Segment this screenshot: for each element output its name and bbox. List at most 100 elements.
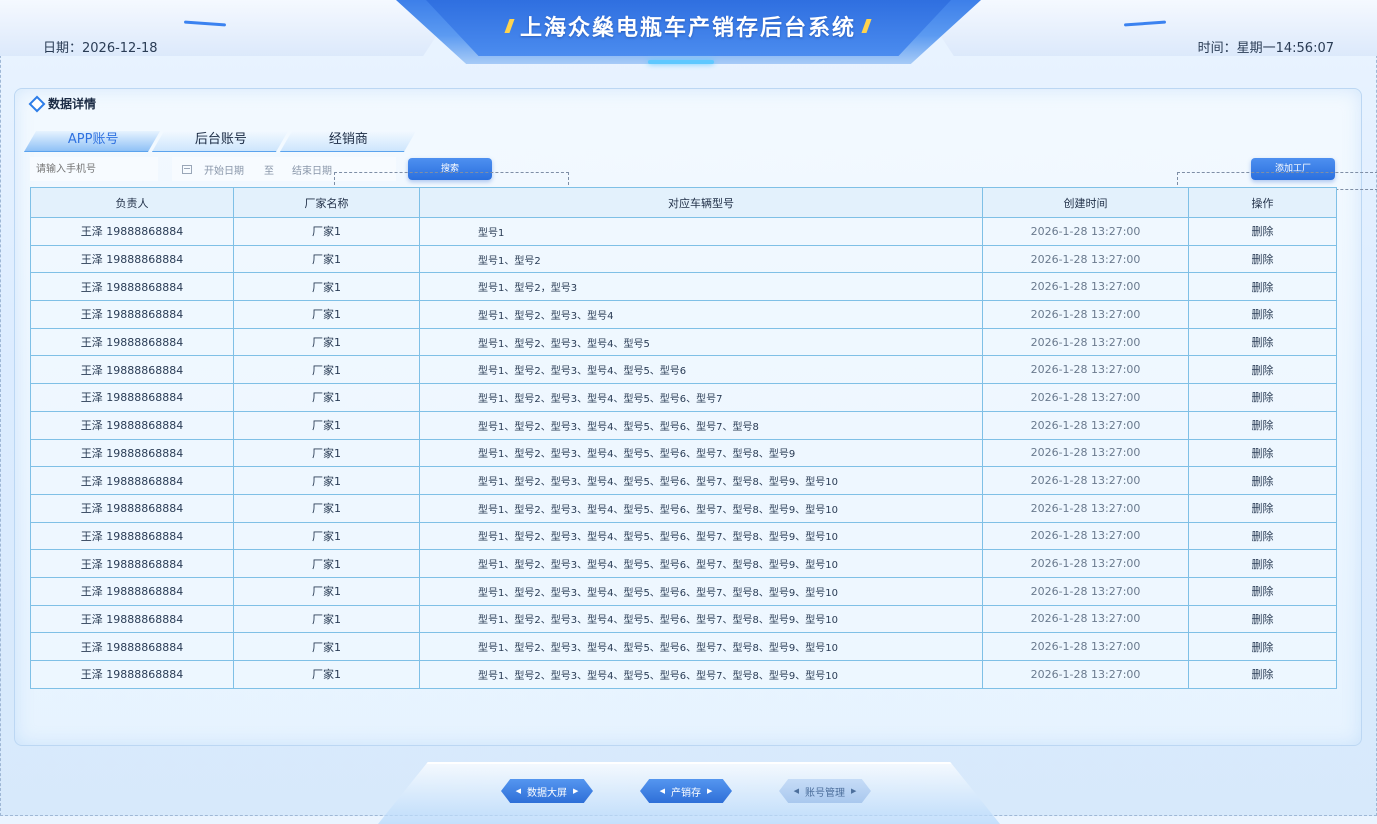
nav-label: 数据大屏 — [527, 787, 567, 799]
time-label: 时间：星期一14:56:07 — [1197, 41, 1334, 56]
start-date-field[interactable]: 开始日期 — [204, 162, 264, 177]
table-row: 王泽 19888868884 厂家1 型号1、型号2、型号3、型号4 2026-1-2… — [30, 300, 1337, 329]
table-row: 王泽 19888868884 厂家1 型号1、型号2 2026-1-28 13:27:… — [30, 244, 1337, 274]
table-row: 王泽 19888868884 厂家1 型号1、型号2、型号3、型号4、型号5、型号6… — [30, 355, 1337, 385]
created-time-cell: 2026-1-28 13:27:00 — [982, 466, 1189, 495]
delete-action[interactable]: 删除 — [1188, 632, 1337, 661]
title-glow-bar — [648, 60, 714, 64]
factory-cell: 厂家1 — [233, 327, 420, 357]
tab-backend-account[interactable]: 后台账号 — [151, 131, 289, 152]
table-row: 王泽 19888868884 厂家1 型号1、型号2、型号3、型号4、型号5、型号6… — [30, 604, 1337, 634]
models-cell: 型号1、型号2、型号3、型号4、型号5、型号6、型号7、型号8、型号9、型号10 — [419, 632, 983, 661]
models-cell: 型号1、型号2、型号3、型号4、型号5、型号6、型号7、型号8、型号9、型号10 — [419, 604, 983, 634]
factory-cell: 厂家1 — [233, 383, 420, 412]
models-cell: 型号1、型号2、型号3、型号4、型号5、型号6、型号7、型号8、型号9、型号10 — [419, 576, 983, 606]
chevron-left-icon: ◀ — [515, 787, 521, 795]
delete-action[interactable]: 删除 — [1188, 272, 1337, 302]
delete-action[interactable]: 删除 — [1188, 438, 1337, 468]
models-cell: 型号1、型号2、型号3、型号4、型号5、型号6、型号7、型号8 — [419, 410, 983, 440]
table-row: 王泽 19888868884 厂家1 型号1、型号2、型号3、型号4、型号5、型号6… — [30, 549, 1337, 578]
date-label: 日期：2026-12-18 — [43, 41, 158, 56]
delete-action[interactable]: 删除 — [1188, 660, 1337, 689]
created-time-cell: 2026-1-28 13:27:00 — [982, 632, 1189, 661]
nav-label: 账号管理 — [805, 787, 845, 799]
chevron-right-icon: ▶ — [573, 787, 579, 795]
owner-cell: 王泽 19888868884 — [30, 217, 234, 246]
date-range-separator: 至 — [264, 165, 274, 177]
owner-cell: 王泽 19888868884 — [30, 244, 234, 274]
delete-action[interactable]: 删除 — [1188, 300, 1337, 329]
panel-header: 数据详情 — [28, 95, 97, 112]
delete-action[interactable]: 删除 — [1188, 493, 1337, 523]
delete-action[interactable]: 删除 — [1188, 217, 1337, 246]
factory-cell: 厂家1 — [233, 549, 420, 578]
models-cell: 型号1、型号2 — [419, 244, 983, 274]
table-row: 王泽 19888868884 厂家1 型号1、型号2、型号3、型号4、型号5、型号6… — [30, 576, 1337, 606]
table-header-row: 负责人 厂家名称 对应车辆型号 创建时间 操作 — [30, 187, 1337, 218]
nav-account-management-button[interactable]: ◀ 账号管理 ▶ — [779, 779, 871, 803]
owner-cell: 王泽 19888868884 — [30, 300, 234, 329]
delete-action[interactable]: 删除 — [1188, 410, 1337, 440]
models-cell: 型号1、型号2、型号3、型号4 — [419, 300, 983, 329]
column-header-factory: 厂家名称 — [233, 187, 420, 218]
factory-cell: 厂家1 — [233, 438, 420, 468]
created-time-cell: 2026-1-28 13:27:00 — [982, 493, 1189, 523]
delete-action[interactable]: 删除 — [1188, 244, 1337, 274]
factory-cell: 厂家1 — [233, 244, 420, 274]
column-header-action: 操作 — [1188, 187, 1337, 218]
page-title: 上海众燊电瓶车产销存后台系统 — [519, 16, 856, 41]
created-time-cell: 2026-1-28 13:27:00 — [982, 660, 1189, 689]
factory-cell: 厂家1 — [233, 521, 420, 551]
table-row: 王泽 19888868884 厂家1 型号1、型号2、型号3、型号4、型号5、型号6… — [30, 660, 1337, 689]
nav-inventory-button[interactable]: ◀ 产销存 ▶ — [640, 779, 732, 803]
models-cell: 型号1、型号2、型号3、型号4、型号5、型号6、型号7、型号8、型号9、型号10 — [419, 660, 983, 689]
created-time-cell: 2026-1-28 13:27:00 — [982, 576, 1189, 606]
tab-dealer[interactable]: 经销商 — [279, 131, 417, 152]
factory-cell: 厂家1 — [233, 355, 420, 385]
tab-label: 后台账号 — [194, 132, 247, 147]
owner-cell: 王泽 19888868884 — [30, 327, 234, 357]
table-row: 王泽 19888868884 厂家1 型号1、型号2、型号3、型号4、型号5 2026… — [30, 327, 1337, 357]
title-bar: 上海众燊电瓶车产销存后台系统 — [488, 10, 888, 42]
column-header-created: 创建时间 — [982, 187, 1189, 218]
created-time-cell: 2026-1-28 13:27:00 — [982, 549, 1189, 578]
created-time-cell: 2026-1-28 13:27:00 — [982, 327, 1189, 357]
factory-cell: 厂家1 — [233, 604, 420, 634]
delete-action[interactable]: 删除 — [1188, 521, 1337, 551]
table-row: 王泽 19888868884 厂家1 型号1、型号2、型号3、型号4、型号5、型号6… — [30, 521, 1337, 551]
column-header-models: 对应车辆型号 — [419, 187, 983, 218]
tab-app-account[interactable]: APP账号 — [23, 131, 161, 152]
created-time-cell: 2026-1-28 13:27:00 — [982, 383, 1189, 412]
table-row: 王泽 19888868884 厂家1 型号1、型号2、型号3、型号4、型号5、型号6… — [30, 632, 1337, 661]
table-body: 王泽 19888868884 厂家1 型号1 2026-1-28 13:27:00 删除… — [30, 217, 1337, 689]
phone-search-input[interactable] — [30, 157, 158, 181]
delete-action[interactable]: 删除 — [1188, 355, 1337, 385]
models-cell: 型号1、型号2、型号3、型号4、型号5、型号6、型号7、型号8、型号9、型号10 — [419, 521, 983, 551]
owner-cell: 王泽 19888868884 — [30, 438, 234, 468]
models-cell: 型号1、型号2、型号3、型号4、型号5、型号6、型号7、型号8、型号9、型号10 — [419, 466, 983, 495]
created-time-cell: 2026-1-28 13:27:00 — [982, 410, 1189, 440]
table-row: 王泽 19888868884 厂家1 型号1、型号2、型号3、型号4、型号5、型号6… — [30, 410, 1337, 440]
created-time-cell: 2026-1-28 13:27:00 — [982, 355, 1189, 385]
delete-action[interactable]: 删除 — [1188, 549, 1337, 578]
table-row: 王泽 19888868884 厂家1 型号1、型号2、型号3、型号4、型号5、型号6… — [30, 383, 1337, 412]
owner-cell: 王泽 19888868884 — [30, 383, 234, 412]
chevron-left-icon: ◀ — [659, 787, 665, 795]
panel-title: 数据详情 — [48, 97, 97, 111]
nav-data-screen-button[interactable]: ◀ 数据大屏 ▶ — [501, 779, 593, 803]
models-cell: 型号1、型号2，型号3 — [419, 272, 983, 302]
delete-action[interactable]: 删除 — [1188, 383, 1337, 412]
owner-cell: 王泽 19888868884 — [30, 272, 234, 302]
factory-cell: 厂家1 — [233, 493, 420, 523]
owner-cell: 王泽 19888868884 — [30, 576, 234, 606]
delete-action[interactable]: 删除 — [1188, 327, 1337, 357]
owner-cell: 王泽 19888868884 — [30, 660, 234, 689]
owner-cell: 王泽 19888868884 — [30, 632, 234, 661]
tab-label: APP账号 — [67, 132, 119, 147]
created-time-cell: 2026-1-28 13:27:00 — [982, 604, 1189, 634]
delete-action[interactable]: 删除 — [1188, 576, 1337, 606]
owner-cell: 王泽 19888868884 — [30, 521, 234, 551]
delete-action[interactable]: 删除 — [1188, 604, 1337, 634]
models-cell: 型号1 — [419, 217, 983, 246]
delete-action[interactable]: 删除 — [1188, 466, 1337, 495]
